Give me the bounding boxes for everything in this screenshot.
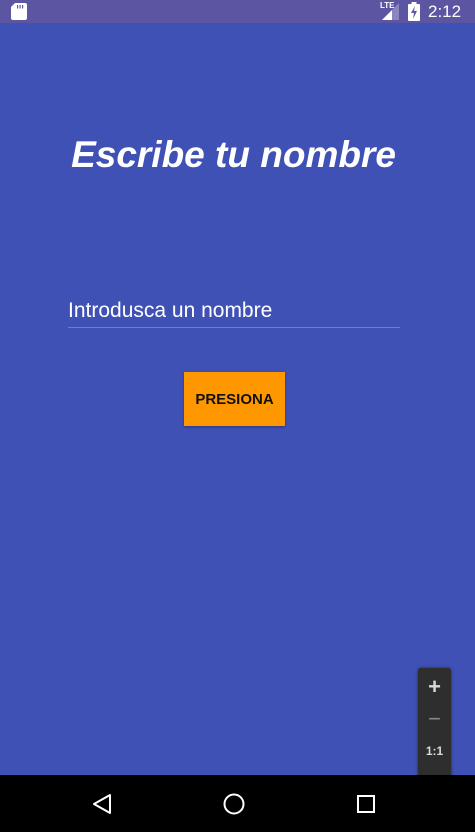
zoom-in-button[interactable]: +: [418, 672, 451, 702]
zoom-out-button[interactable]: −: [418, 704, 451, 734]
home-icon: [223, 793, 245, 815]
sd-card-icon: [11, 3, 27, 20]
back-icon: [93, 794, 111, 814]
status-bar: LTE 2:12: [0, 0, 475, 23]
status-clock: 2:12: [428, 2, 462, 21]
navigation-bar: [0, 775, 475, 832]
signal-icon: [382, 3, 399, 20]
home-button[interactable]: [219, 789, 249, 819]
name-input[interactable]: Introdusca un nombre: [68, 292, 400, 328]
page-title: Escribe tu nombre: [71, 134, 396, 175]
app-screen: LTE 2:12 Escribe tu nombre Introdusca un…: [0, 0, 475, 832]
zoom-reset-button[interactable]: 1:1: [418, 736, 451, 766]
zoom-reset-label: 1:1: [425, 744, 444, 758]
zoom-out-icon: −: [428, 706, 441, 731]
recents-icon: [357, 795, 375, 813]
back-button[interactable]: [87, 789, 117, 819]
zoom-in-icon: +: [428, 674, 441, 699]
recents-button[interactable]: [351, 789, 381, 819]
battery-charging-icon: [408, 2, 420, 21]
presiona-button[interactable]: PRESIONA: [184, 372, 285, 426]
